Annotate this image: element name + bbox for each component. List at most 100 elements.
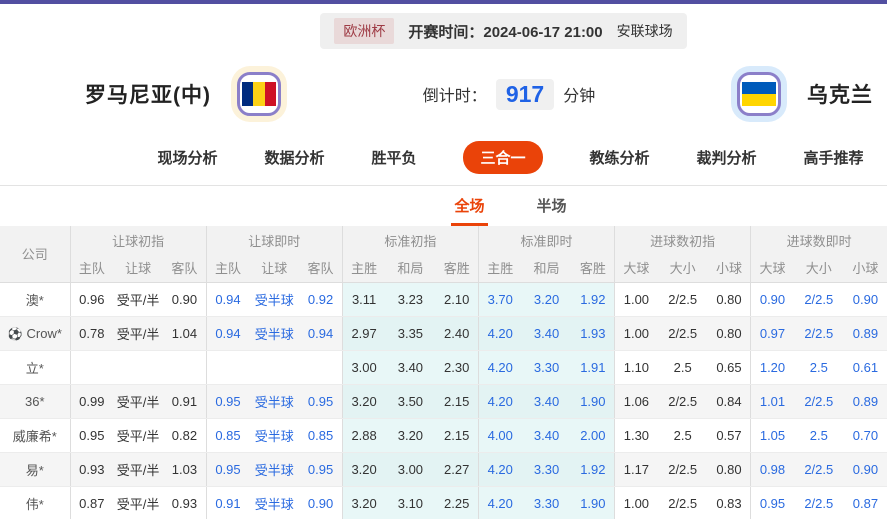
odds-cell: 0.85	[205, 418, 250, 453]
venue-name: 安联球场	[616, 23, 673, 39]
period-subtabs: 全场 半场	[451, 186, 569, 226]
soccer-ball-icon: ⚽	[7, 326, 23, 341]
company-name: 易*	[25, 462, 44, 478]
odds-cell: 受平/半	[113, 384, 164, 419]
tab-live-analysis[interactable]: 现场分析	[157, 142, 217, 173]
odds-cell: 受半球	[249, 282, 300, 317]
countdown-value: 917	[495, 78, 555, 110]
odds-cell: 2/2.5	[793, 316, 844, 351]
odds-cell: 2/2.5	[657, 384, 708, 419]
match-odds-page: 欧洲杯 开赛时间：2024-06-17 21:00 安联球场 罗马尼亚(中) 倒…	[0, 0, 887, 519]
tab-data-analysis[interactable]: 数据分析	[264, 142, 324, 173]
odds-cell: 4.20	[477, 316, 522, 351]
odds-cell: 1.06	[614, 384, 658, 419]
col-header-standard-live-2: 客胜	[571, 254, 615, 283]
company-cell[interactable]: 伟*	[0, 486, 71, 519]
odds-cell: 4.20	[477, 452, 522, 487]
col-header-handicap-live-0: 主队	[205, 254, 250, 283]
odds-cell	[113, 350, 164, 385]
tab-full-match[interactable]: 全场	[451, 195, 488, 226]
odds-cell: 0.80	[707, 452, 751, 487]
romania-flag-icon	[237, 72, 281, 116]
company-cell[interactable]: 立*	[0, 350, 71, 385]
company-cell[interactable]: 易*	[0, 452, 71, 487]
match-info-strip: 欧洲杯 开赛时间：2024-06-17 21:00 安联球场	[320, 13, 687, 49]
odds-cell: 3.20	[385, 418, 436, 453]
odds-cell: 1.04	[163, 316, 207, 351]
odds-cell	[69, 350, 114, 385]
company-name: 立*	[25, 360, 44, 376]
col-header-handicap-live-2: 客队	[299, 254, 343, 283]
odds-cell: 2.40	[435, 316, 479, 351]
company-cell[interactable]: 威廉希*	[0, 418, 71, 453]
odds-cell: 0.90	[843, 282, 887, 317]
odds-cell: 1.93	[571, 316, 615, 351]
odds-cell: 2/2.5	[657, 282, 708, 317]
group-header-goals-live: 进球数即时	[750, 226, 887, 254]
odds-cell: 0.90	[299, 486, 343, 519]
tab-half-match[interactable]: 半场	[534, 195, 570, 226]
odds-cell: 受半球	[249, 384, 300, 419]
away-team-name: 乌克兰	[807, 84, 873, 107]
odds-cell: 2.5	[793, 350, 844, 385]
tab-win-draw-loss[interactable]: 胜平负	[371, 142, 416, 173]
odds-cell: 3.20	[341, 384, 386, 419]
odds-cell: 2.25	[435, 486, 479, 519]
odds-cell: 3.40	[521, 418, 572, 453]
odds-cell: 0.78	[69, 316, 114, 351]
odds-cell: 0.95	[299, 384, 343, 419]
kickoff-time: 开赛时间：2024-06-17 21:00	[408, 23, 603, 41]
odds-cell: 0.95	[205, 452, 250, 487]
table-row: ⚽ Crow* 0.78 受平/半 1.04 0.94 受半球 0.94 2.97 3.35 2.4…	[0, 316, 887, 351]
odds-cell: 3.20	[341, 452, 386, 487]
home-team-name: 罗马尼亚(中)	[85, 84, 211, 107]
odds-cell: 受半球	[249, 418, 300, 453]
teams-row: 罗马尼亚(中) 倒计时： 917 分钟 乌克兰	[0, 56, 887, 132]
subtabs-section: 全场 半场	[0, 185, 887, 226]
odds-cell: 0.95	[69, 418, 114, 453]
table-row: 威廉希* 0.95 受平/半 0.82 0.85 受半球 0.85 2.88 3.20 2.15 4…	[0, 418, 887, 453]
odds-cell: 3.20	[521, 282, 572, 317]
odds-cell: 受平/半	[113, 418, 164, 453]
odds-cell: 0.95	[750, 486, 794, 519]
odds-cell: 0.97	[750, 316, 794, 351]
odds-cell: 1.90	[571, 486, 615, 519]
tab-expert-picks[interactable]: 高手推荐	[804, 142, 864, 173]
odds-cell: 0.93	[69, 452, 114, 487]
company-cell[interactable]: ⚽ Crow*	[0, 316, 71, 351]
col-header-goals-live-2: 小球	[843, 254, 887, 283]
odds-cell: 0.99	[69, 384, 114, 419]
tab-three-in-one[interactable]: 三合一	[463, 141, 543, 174]
odds-cell: 3.30	[521, 452, 572, 487]
odds-cell: 3.35	[385, 316, 436, 351]
odds-cell: 2/2.5	[657, 486, 708, 519]
odds-cell: 2/2.5	[793, 282, 844, 317]
countdown-unit: 分钟	[563, 88, 596, 105]
odds-cell: 0.91	[163, 384, 207, 419]
odds-cell: 2.5	[657, 418, 708, 453]
company-name: 伟*	[25, 496, 44, 512]
odds-cell: 2/2.5	[657, 452, 708, 487]
group-header-standard-live: 标准即时	[477, 226, 615, 254]
odds-table: 公司 让球初指 让球即时 标准初指 标准即时 进球数初指 进球数即时 主队 让球 客队 主队 让球 客队…	[0, 226, 887, 519]
tab-referee-analysis[interactable]: 裁判分析	[697, 142, 757, 173]
countdown: 倒计时： 917 分钟	[423, 78, 596, 110]
odds-cell: 4.20	[477, 486, 522, 519]
company-name: 澳*	[25, 292, 44, 308]
odds-cell: 2/2.5	[793, 452, 844, 487]
col-header-standard-initial-2: 客胜	[435, 254, 479, 283]
odds-cell: 2.15	[435, 384, 479, 419]
tab-coach-analysis[interactable]: 教练分析	[590, 142, 650, 173]
odds-cell: 2.27	[435, 452, 479, 487]
company-cell[interactable]: 36*	[0, 384, 71, 419]
odds-cell: 受平/半	[113, 452, 164, 487]
odds-cell: 0.90	[750, 282, 794, 317]
odds-cell: 2/2.5	[793, 486, 844, 519]
company-cell[interactable]: 澳*	[0, 282, 71, 317]
odds-cell: 2.5	[657, 350, 708, 385]
odds-cell	[163, 350, 207, 385]
odds-cell: 2.88	[341, 418, 386, 453]
odds-cell: 3.30	[521, 350, 572, 385]
table-row: 立* 3.00 3.40 2.30 4.20 3.30 1.91 1.10 2.5 0.65 1.2…	[0, 350, 887, 385]
league-badge: 欧洲杯	[334, 18, 395, 44]
